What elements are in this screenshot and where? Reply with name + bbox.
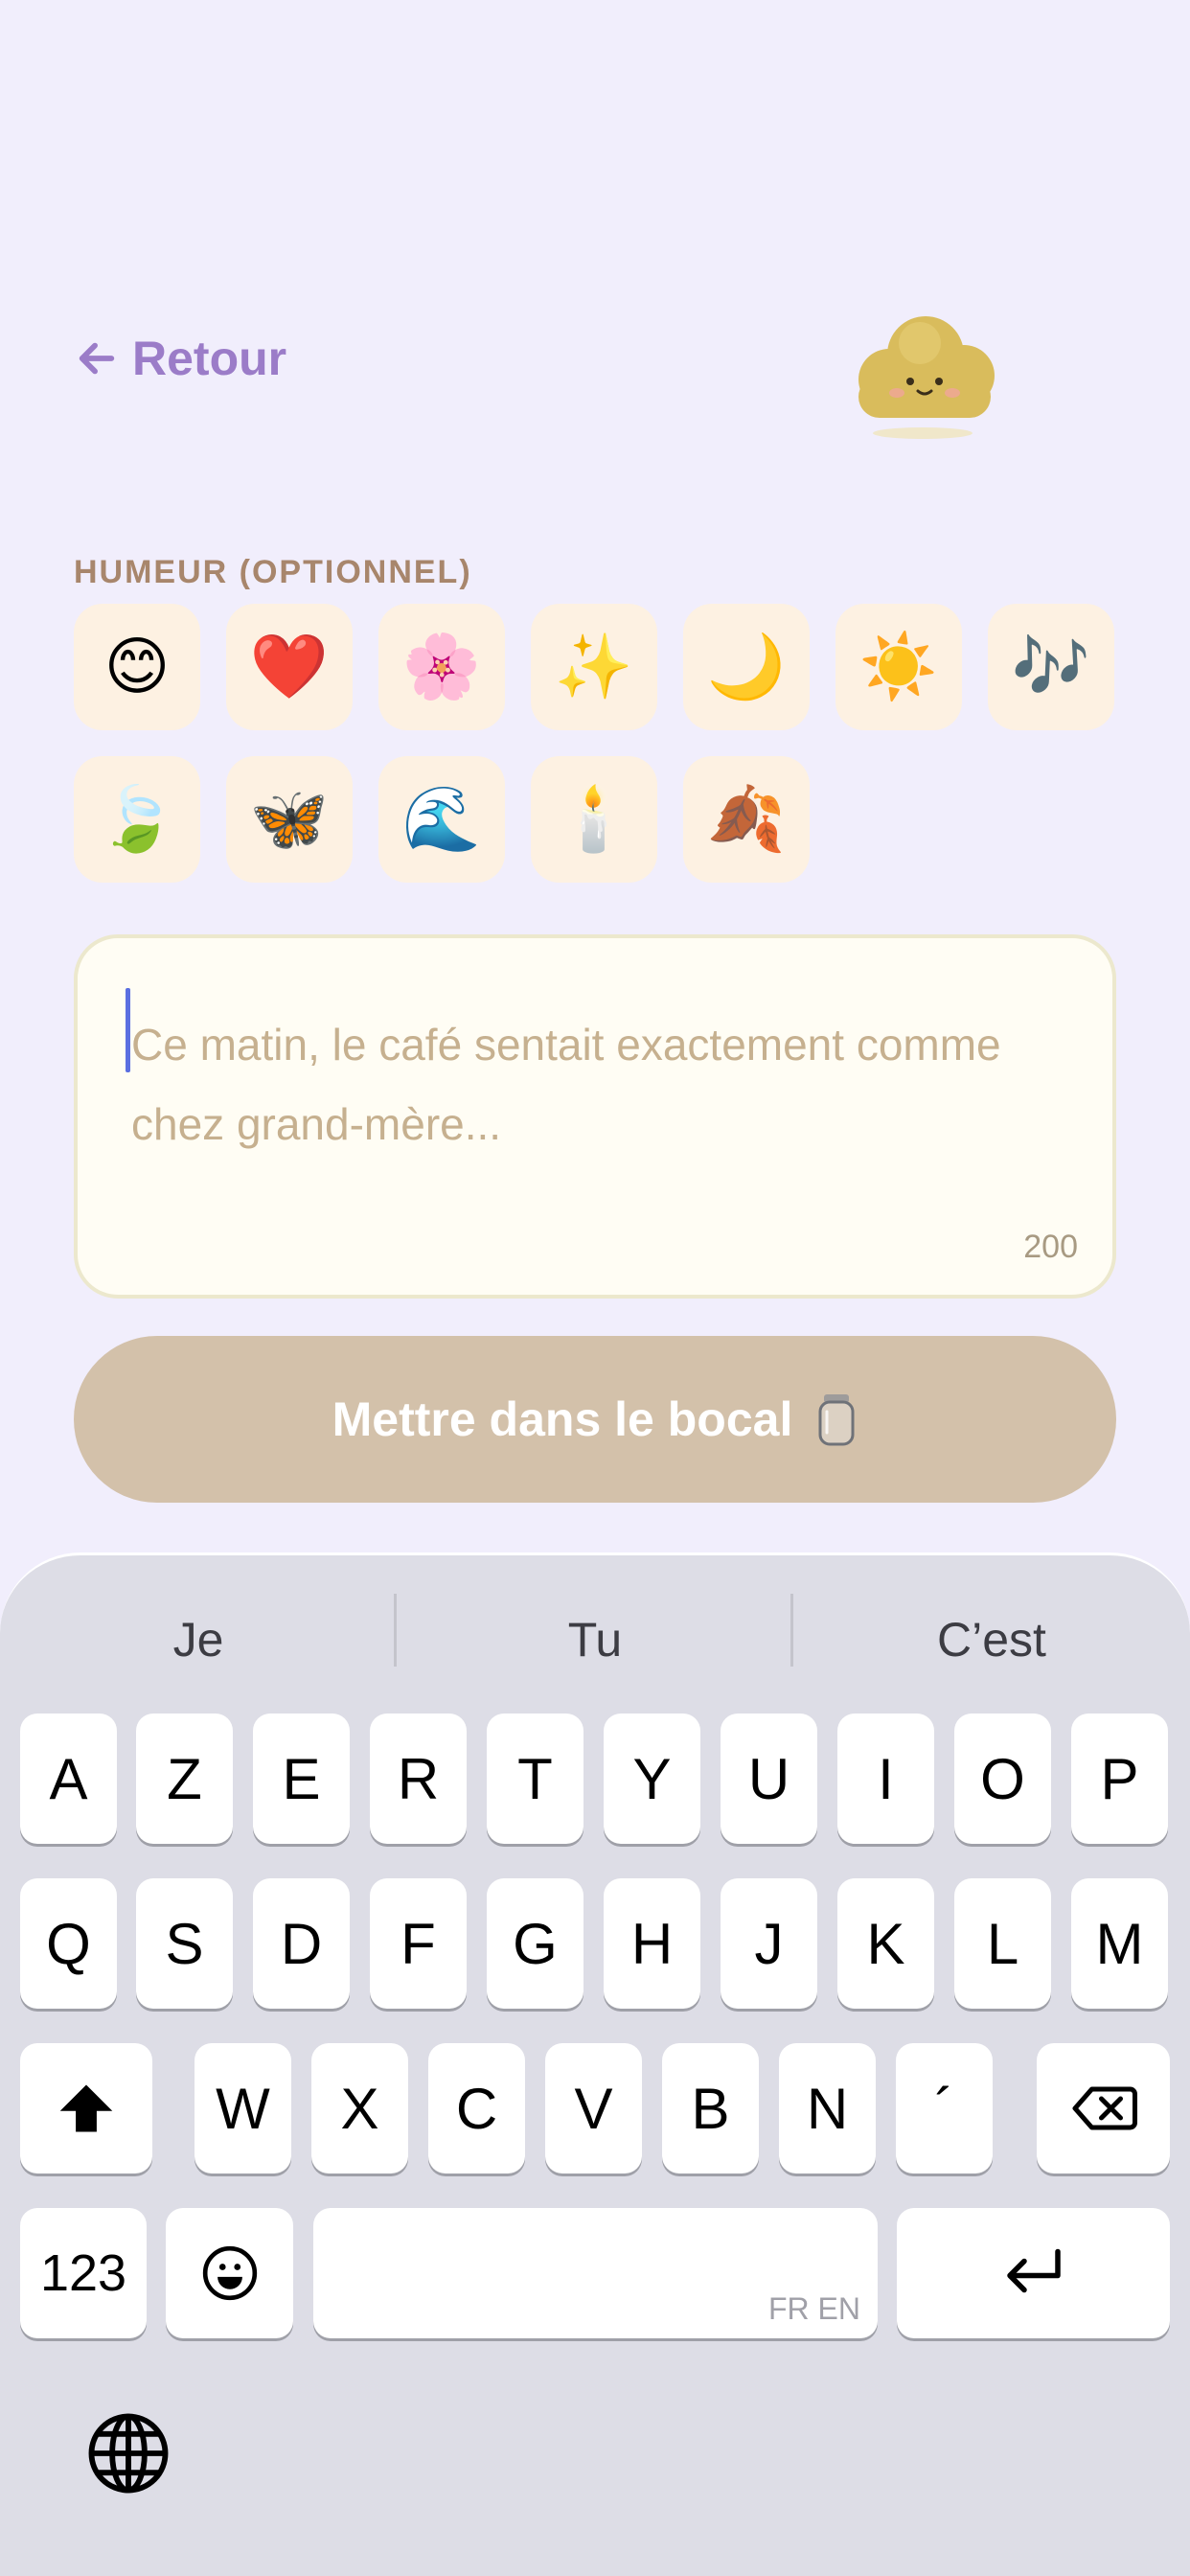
space-language-label: FR EN (768, 2291, 860, 2326)
key-y[interactable]: Y (604, 1714, 700, 1844)
mood-label: HUMEUR (OPTIONNEL) (74, 554, 472, 590)
suggestion-divider (790, 1594, 793, 1667)
mood-chip-music[interactable]: 🎶 (988, 604, 1114, 730)
suggestion-divider (394, 1594, 397, 1667)
back-button[interactable]: Retour (75, 331, 286, 386)
mood-chip-candle[interactable]: 🕯️ (531, 756, 657, 883)
mood-chip-leaf[interactable]: 🍃 (74, 756, 200, 883)
key-z[interactable]: Z (136, 1714, 233, 1844)
key-q[interactable]: Q (20, 1878, 117, 2009)
char-counter: 200 (1023, 1229, 1078, 1265)
mood-chip-butterfly[interactable]: 🦋 (226, 756, 353, 883)
cloud-mascot-icon (858, 316, 995, 439)
jar-icon (818, 1394, 855, 1446)
key-t[interactable]: T (487, 1714, 584, 1844)
key-l[interactable]: L (954, 1878, 1051, 2009)
key-j[interactable]: J (721, 1878, 817, 2009)
key-m[interactable]: M (1071, 1878, 1168, 2009)
mood-chip-smile[interactable]: 😊 (74, 604, 200, 730)
key-e[interactable]: E (253, 1714, 350, 1844)
return-icon (1006, 2248, 1061, 2293)
submit-label: Mettre dans le bocal (332, 1392, 793, 1446)
mood-chip-sun[interactable]: ☀️ (835, 604, 962, 730)
note-input[interactable]: Ce matin, le café sentait exactement com… (74, 934, 1116, 1299)
key-u[interactable]: U (721, 1714, 817, 1844)
numbers-key[interactable]: 123 (20, 2208, 147, 2338)
key-n[interactable]: N (779, 2043, 876, 2174)
arrow-left-icon (79, 342, 115, 375)
suggestion-bar: Je Tu C’est (0, 1592, 1190, 1688)
suggestion-1[interactable]: Je (0, 1592, 397, 1688)
note-placeholder: Ce matin, le café sentait exactement com… (131, 1020, 1001, 1149)
return-key[interactable] (897, 2208, 1170, 2338)
key-f[interactable]: F (370, 1878, 467, 2009)
back-label: Retour (132, 332, 287, 385)
mood-chip-wave[interactable]: 🌊 (378, 756, 505, 883)
key-s[interactable]: S (136, 1878, 233, 2009)
mood-grid: 😊 ❤️ 🌸 ✨ 🌙 ☀️ 🎶 🍃 🦋 🌊 🕯️ 🍂 (74, 604, 1118, 883)
emoji-key[interactable] (166, 2208, 293, 2338)
key-r[interactable]: R (370, 1714, 467, 1844)
key-o[interactable]: O (954, 1714, 1051, 1844)
key-p[interactable]: P (1071, 1714, 1168, 1844)
key-k[interactable]: K (837, 1878, 934, 2009)
shift-key[interactable] (20, 2043, 152, 2174)
key-c[interactable]: C (428, 2043, 525, 2174)
mood-chip-heart[interactable]: ❤️ (226, 604, 353, 730)
shift-icon (59, 2084, 113, 2132)
text-caret (126, 988, 130, 1072)
submit-button[interactable]: Mettre dans le bocal (74, 1336, 1116, 1503)
key-v[interactable]: V (545, 2043, 642, 2174)
key-x[interactable]: X (311, 2043, 408, 2174)
keyboard: Je Tu C’est A Z E R T Y U I O P Q S D F … (0, 1552, 1190, 2576)
delete-key[interactable] (1037, 2043, 1170, 2174)
key-w[interactable]: W (195, 2043, 291, 2174)
key-acute-accent[interactable]: ´ (896, 2043, 993, 2174)
key-d[interactable]: D (253, 1878, 350, 2009)
mood-chip-fallen-leaf[interactable]: 🍂 (683, 756, 810, 883)
key-i[interactable]: I (837, 1714, 934, 1844)
mood-chip-moon[interactable]: 🌙 (683, 604, 810, 730)
mood-chip-sparkles[interactable]: ✨ (531, 604, 657, 730)
space-key[interactable]: FR EN (313, 2208, 878, 2338)
smiley-icon (202, 2245, 257, 2301)
key-h[interactable]: H (604, 1878, 700, 2009)
mood-chip-blossom[interactable]: 🌸 (378, 604, 505, 730)
key-g[interactable]: G (487, 1878, 584, 2009)
key-a[interactable]: A (20, 1714, 117, 1844)
suggestion-3[interactable]: C’est (793, 1592, 1190, 1688)
key-b[interactable]: B (662, 2043, 759, 2174)
backspace-icon (1072, 2086, 1137, 2130)
globe-icon[interactable] (86, 2411, 171, 2496)
suggestion-2[interactable]: Tu (397, 1592, 793, 1688)
